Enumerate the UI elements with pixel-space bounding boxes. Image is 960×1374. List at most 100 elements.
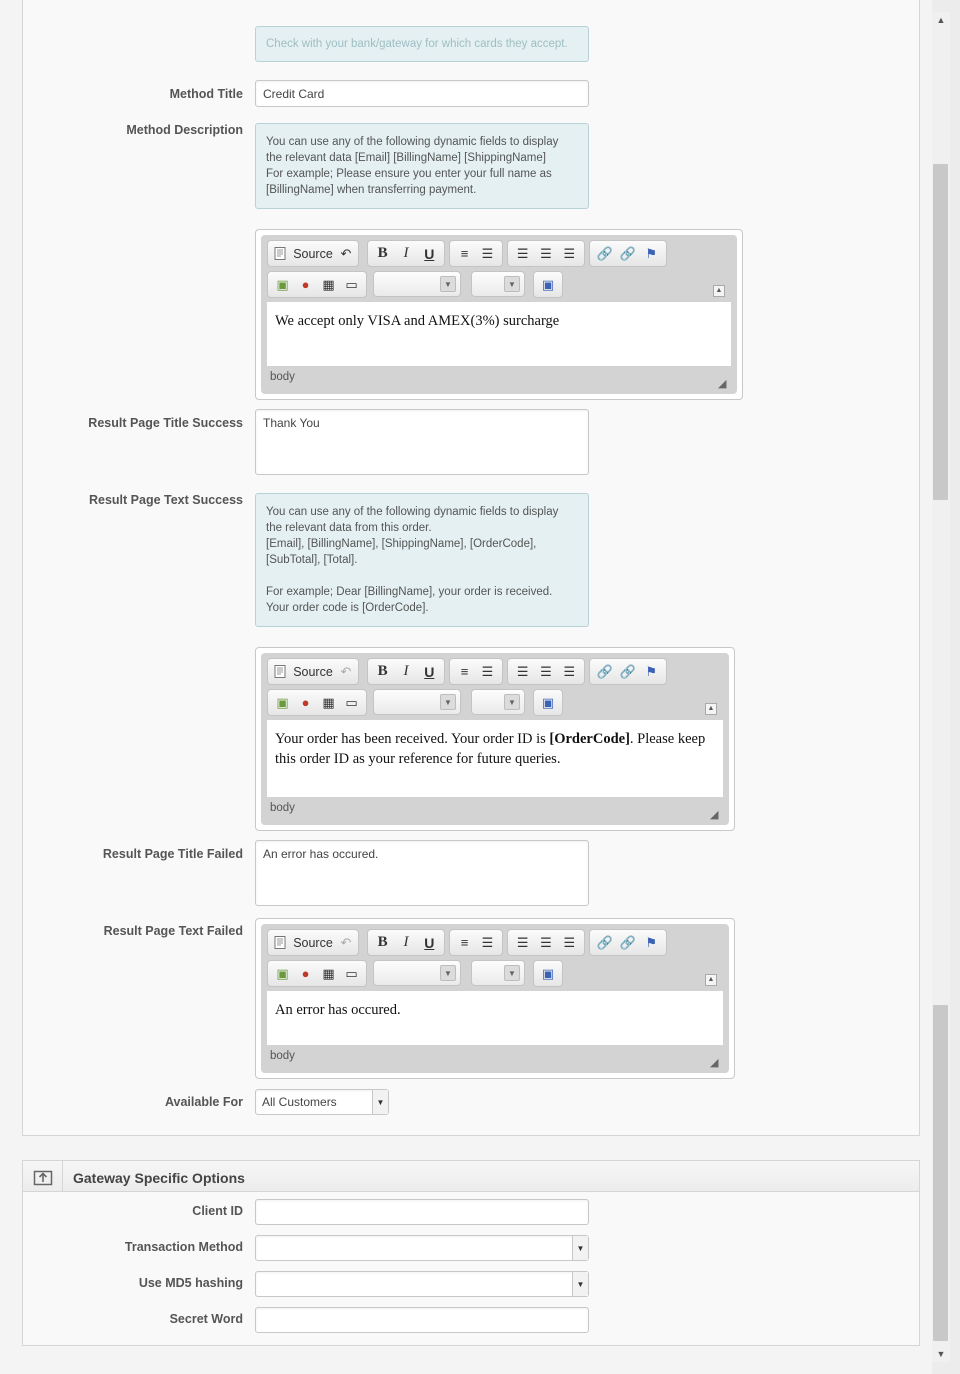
align-left-icon[interactable]: ☰ <box>511 932 534 954</box>
vertical-scrollbar[interactable]: ▲ ▼ <box>932 12 950 1362</box>
chevron-down-icon: ▼ <box>440 965 456 981</box>
flash-icon[interactable]: ● <box>294 692 317 714</box>
collapse-toolbar-icon[interactable]: ▲ <box>705 974 717 986</box>
transaction-method-select[interactable]: ▼ <box>255 1235 589 1261</box>
resize-handle-icon[interactable]: ◢ <box>710 804 722 821</box>
undo-icon[interactable]: ↶ <box>337 661 355 683</box>
image-icon[interactable]: ▣ <box>271 274 294 296</box>
source-button[interactable]: Source <box>289 932 337 954</box>
undo-icon[interactable]: ↶ <box>337 932 355 954</box>
maximize-icon[interactable]: ▣ <box>537 274 559 296</box>
upload-box-icon[interactable] <box>23 1161 63 1192</box>
bold-icon[interactable]: B <box>371 243 394 265</box>
format-toolbar-group: B I U <box>367 929 445 956</box>
flash-icon[interactable]: ● <box>294 274 317 296</box>
unlink-icon[interactable]: 🔗 <box>616 661 639 683</box>
bulleted-list-icon[interactable]: ☰ <box>476 243 499 265</box>
numbered-list-icon[interactable]: ≡ <box>453 661 476 683</box>
format-combo[interactable]: ▼ <box>373 960 461 986</box>
underline-icon[interactable]: U <box>418 932 441 954</box>
scroll-thumb-secondary[interactable] <box>933 1005 948 1341</box>
link-icon[interactable]: 🔗 <box>593 932 616 954</box>
chevron-down-icon: ▼ <box>504 694 520 710</box>
align-left-icon[interactable]: ☰ <box>511 243 534 265</box>
method-title-input[interactable]: Credit Card <box>255 80 589 107</box>
content-bold-text: [OrderCode] <box>549 731 630 747</box>
format-combo[interactable]: ▼ <box>373 689 461 715</box>
editor-content[interactable]: Your order has been received. Your order… <box>267 720 723 797</box>
anchor-flag-icon[interactable]: ⚑ <box>640 661 663 683</box>
align-center-icon[interactable]: ☰ <box>534 661 557 683</box>
underline-icon[interactable]: U <box>418 243 441 265</box>
image-icon[interactable]: ▣ <box>271 692 294 714</box>
horizontal-rule-icon[interactable]: ▭ <box>340 274 363 296</box>
anchor-flag-icon[interactable]: ⚑ <box>640 243 663 265</box>
align-center-icon[interactable]: ☰ <box>534 243 557 265</box>
anchor-flag-icon[interactable]: ⚑ <box>640 932 663 954</box>
maximize-icon[interactable]: ▣ <box>537 963 559 985</box>
numbered-list-icon[interactable]: ≡ <box>453 243 476 265</box>
table-icon[interactable]: ▦ <box>317 692 340 714</box>
maximize-icon[interactable]: ▣ <box>537 692 559 714</box>
transaction-method-label: Transaction Method <box>124 1240 243 1254</box>
bulleted-list-icon[interactable]: ☰ <box>476 661 499 683</box>
result-title-success-input[interactable]: Thank You <box>255 409 589 475</box>
italic-icon[interactable]: I <box>394 932 417 954</box>
scroll-down-icon[interactable]: ▼ <box>932 1346 950 1362</box>
image-icon[interactable]: ▣ <box>271 963 294 985</box>
horizontal-rule-icon[interactable]: ▭ <box>340 963 363 985</box>
align-right-icon[interactable]: ☰ <box>558 661 581 683</box>
gateway-options-panel: Gateway Specific Options Client ID Trans… <box>22 1160 920 1346</box>
table-icon[interactable]: ▦ <box>317 274 340 296</box>
method-description-editor: Source ↶ B I U ≡ ☰ ☰ ☰ ☰ 🔗 🔗 ⚑ ▣ ● ▦ ▭ ▼… <box>255 229 743 400</box>
content-text: Your order has been received. Your order… <box>275 731 550 747</box>
link-icon[interactable]: 🔗 <box>593 243 616 265</box>
link-icon[interactable]: 🔗 <box>593 661 616 683</box>
gateway-header: Gateway Specific Options <box>23 1161 919 1192</box>
resize-handle-icon[interactable]: ◢ <box>710 1052 722 1069</box>
collapse-toolbar-icon[interactable]: ▲ <box>705 703 717 715</box>
source-button[interactable]: Source <box>289 661 337 683</box>
flash-icon[interactable]: ● <box>294 963 317 985</box>
result-text-failed-editor: Source ↶ B I U ≡ ☰ ☰ ☰ ☰ 🔗 🔗 ⚑ ▣ ● ▦ ▭ ▼… <box>255 918 735 1079</box>
scroll-up-icon[interactable]: ▲ <box>932 12 950 28</box>
size-combo[interactable]: ▼ <box>471 271 525 297</box>
source-icon <box>271 243 289 265</box>
link-toolbar-group: 🔗 🔗 ⚑ <box>589 240 667 267</box>
resize-handle-icon[interactable]: ◢ <box>718 373 730 390</box>
bulleted-list-icon[interactable]: ☰ <box>476 932 499 954</box>
bold-icon[interactable]: B <box>371 661 394 683</box>
horizontal-rule-icon[interactable]: ▭ <box>340 692 363 714</box>
collapse-toolbar-icon[interactable]: ▲ <box>713 285 725 297</box>
format-toolbar-group: B I U <box>367 240 445 267</box>
scroll-thumb[interactable] <box>933 164 948 500</box>
element-path: body <box>270 371 295 383</box>
result-text-success-editor: Source ↶ B I U ≡ ☰ ☰ ☰ ☰ 🔗 🔗 ⚑ ▣ ● ▦ ▭ ▼… <box>255 647 735 831</box>
undo-icon[interactable]: ↶ <box>337 243 355 265</box>
unlink-icon[interactable]: 🔗 <box>616 932 639 954</box>
italic-icon[interactable]: I <box>394 243 417 265</box>
available-for-value: All Customers <box>262 1095 337 1109</box>
list-toolbar-group: ≡ ☰ <box>449 658 503 685</box>
numbered-list-icon[interactable]: ≡ <box>453 932 476 954</box>
format-combo[interactable]: ▼ <box>373 271 461 297</box>
editor-content[interactable]: An error has occured. <box>267 991 723 1045</box>
bold-icon[interactable]: B <box>371 932 394 954</box>
align-left-icon[interactable]: ☰ <box>511 661 534 683</box>
unlink-icon[interactable]: 🔗 <box>616 243 639 265</box>
available-for-select[interactable]: All Customers ▼ <box>255 1089 389 1115</box>
size-combo[interactable]: ▼ <box>471 689 525 715</box>
align-right-icon[interactable]: ☰ <box>558 932 581 954</box>
underline-icon[interactable]: U <box>418 661 441 683</box>
italic-icon[interactable]: I <box>394 661 417 683</box>
align-right-icon[interactable]: ☰ <box>558 243 581 265</box>
result-title-failed-input[interactable]: An error has occured. <box>255 840 589 906</box>
client-id-input[interactable] <box>255 1199 589 1225</box>
use-md5-select[interactable]: ▼ <box>255 1271 589 1297</box>
align-center-icon[interactable]: ☰ <box>534 932 557 954</box>
secret-word-input[interactable] <box>255 1307 589 1333</box>
table-icon[interactable]: ▦ <box>317 963 340 985</box>
source-button[interactable]: Source <box>289 243 337 265</box>
size-combo[interactable]: ▼ <box>471 960 525 986</box>
editor-content[interactable]: We accept only VISA and AMEX(3%) surchar… <box>267 302 731 366</box>
